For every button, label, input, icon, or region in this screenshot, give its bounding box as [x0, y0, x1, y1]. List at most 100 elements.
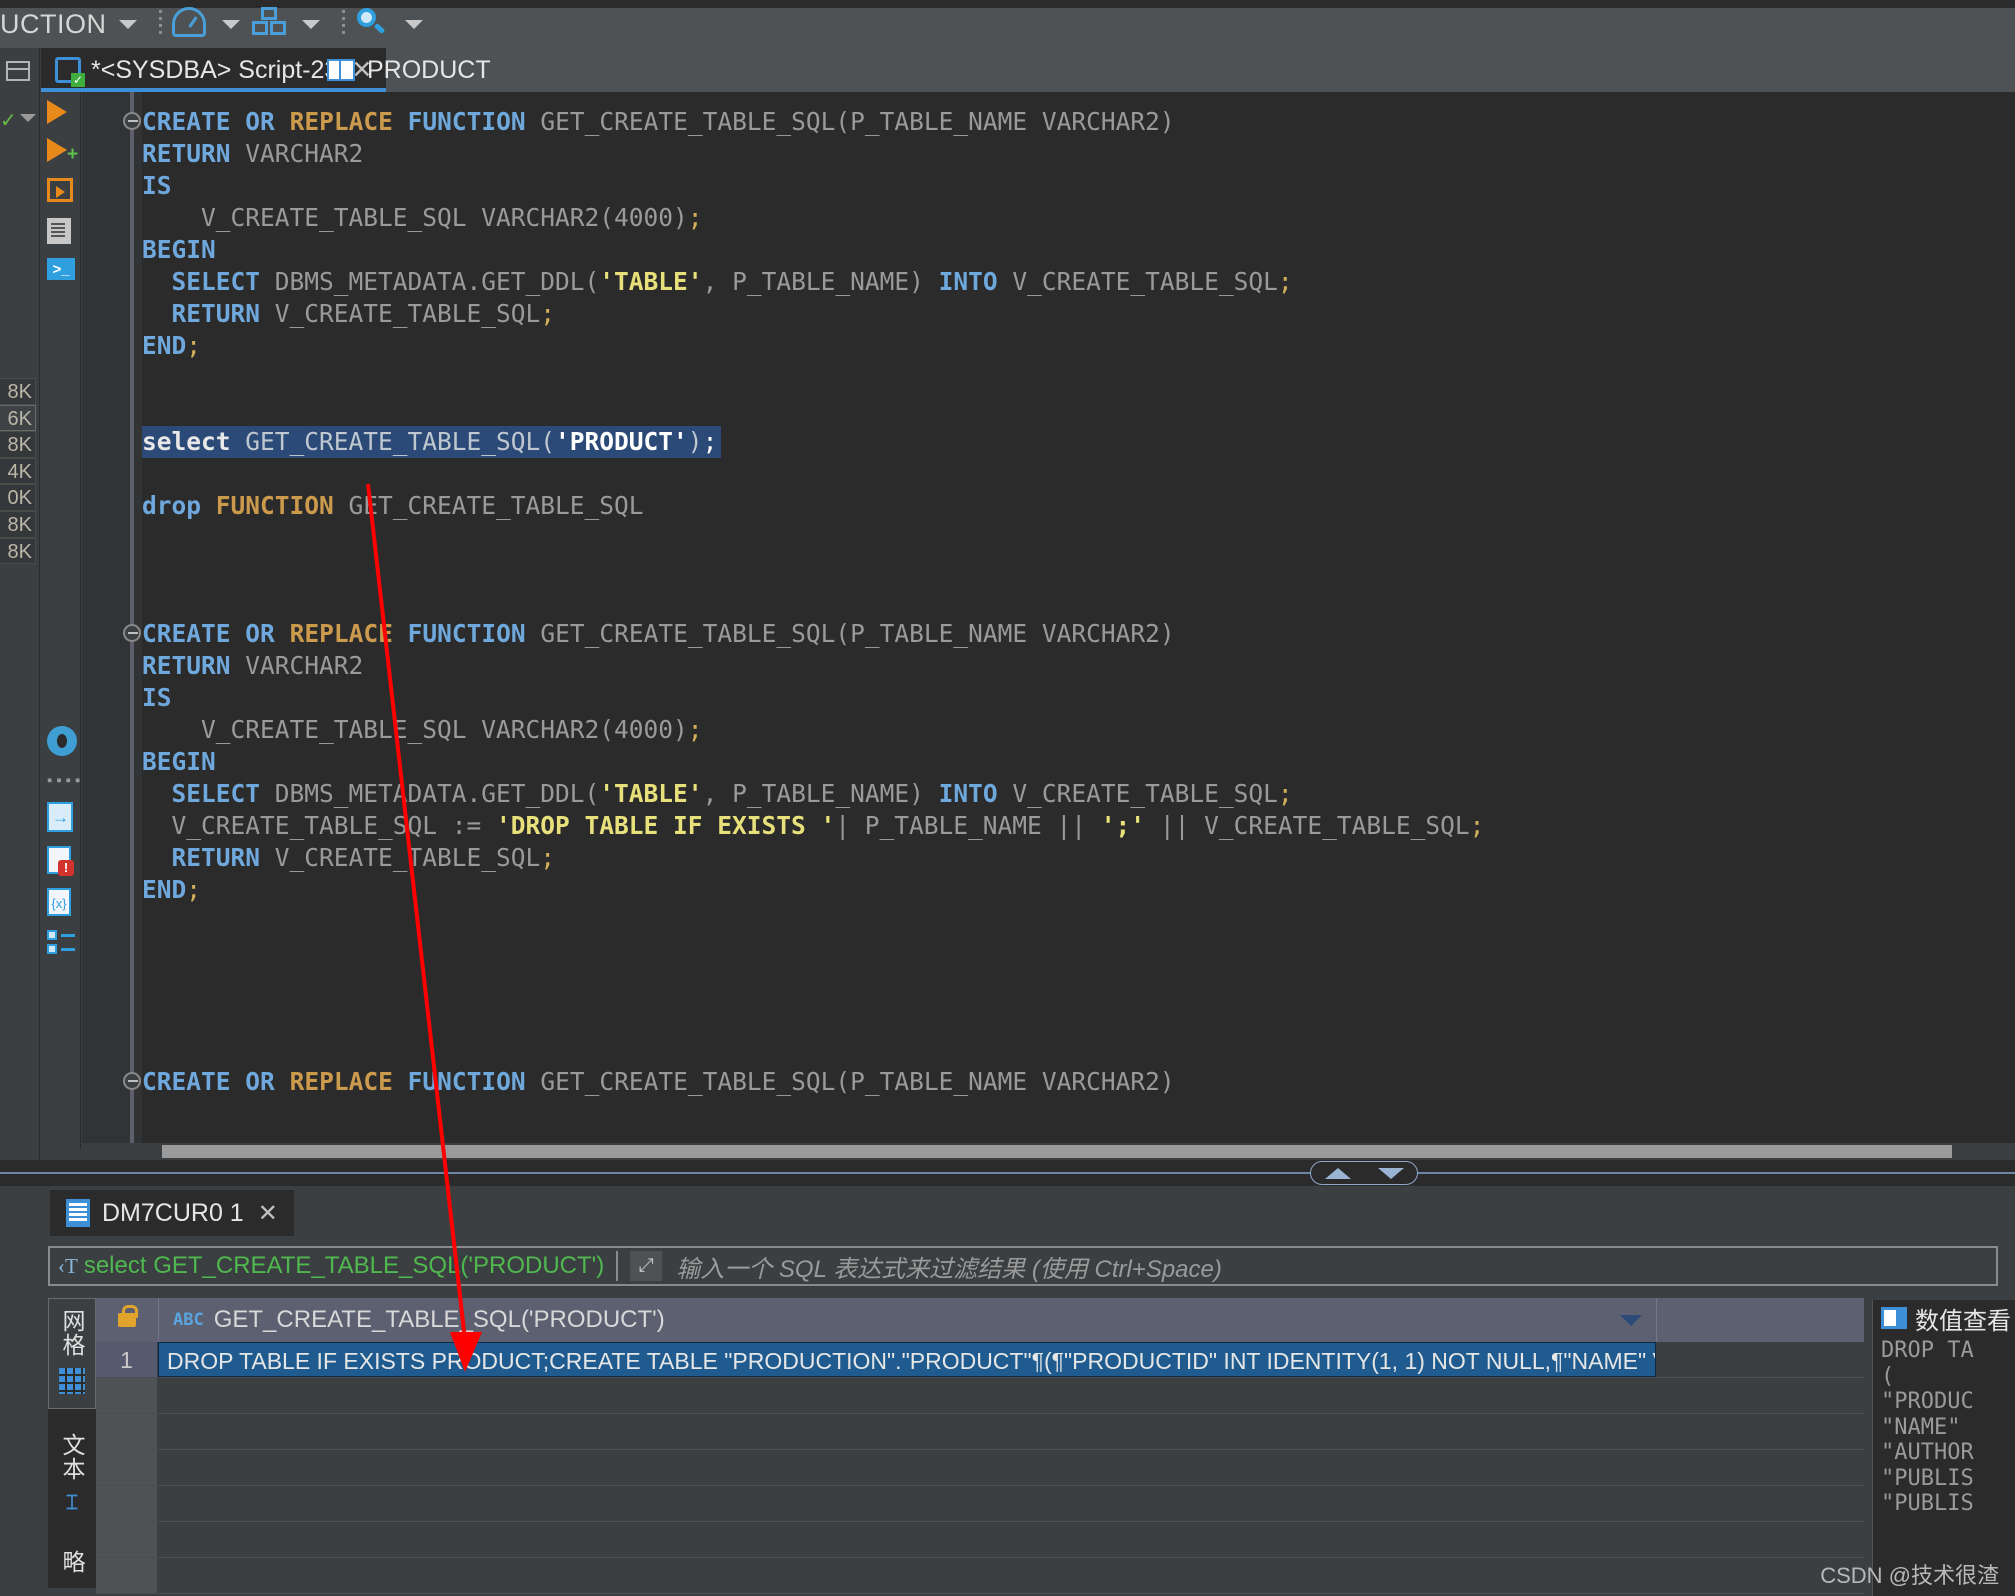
code-line[interactable]: SELECT DBMS_METADATA.GET_DDL('TABLE', P_… [142, 778, 2012, 810]
gauge-chevron-down-icon[interactable] [221, 19, 240, 29]
code-line[interactable] [142, 458, 2012, 490]
code-line[interactable]: V_CREATE_TABLE_SQL VARCHAR2(4000); [142, 714, 2012, 746]
code-line[interactable]: END; [142, 874, 2012, 906]
result-tab-grid[interactable]: 网格 [48, 1298, 96, 1409]
code-line[interactable] [142, 586, 2012, 618]
value-viewer-content[interactable]: DROP TA ( "PRODUC "NAME" "AUTHOR "PUBLIS… [1873, 1336, 2015, 1517]
search-chevron-down-icon[interactable] [404, 19, 423, 29]
table-cell[interactable] [158, 1450, 1656, 1485]
code-line[interactable] [142, 394, 2012, 426]
code-line[interactable]: RETURN VARCHAR2 [142, 650, 2012, 682]
table-cell[interactable] [158, 1522, 1656, 1557]
gauge-icon[interactable] [171, 7, 210, 41]
window-icon[interactable] [6, 61, 30, 81]
sql-code-area[interactable]: CREATE OR REPLACE FUNCTION GET_CREATE_TA… [142, 106, 2012, 1098]
table-cell[interactable] [158, 1486, 1656, 1521]
table-row[interactable] [96, 1450, 1864, 1486]
code-line[interactable]: SELECT DBMS_METADATA.GET_DDL('TABLE', P_… [142, 266, 2012, 298]
code-line[interactable]: V_CREATE_TABLE_SQL := 'DROP TABLE IF EXI… [142, 810, 2012, 842]
code-token: IS [142, 683, 172, 712]
table-row[interactable] [96, 1378, 1864, 1414]
expand-icon[interactable]: ⤢ [630, 1251, 663, 1281]
grid-column-header[interactable]: ABC GET_CREATE_TABLE_SQL('PRODUCT') [158, 1298, 1656, 1342]
table-cell[interactable] [158, 1378, 1656, 1413]
table-row[interactable] [96, 1414, 1864, 1450]
code-line[interactable]: CREATE OR REPLACE FUNCTION GET_CREATE_TA… [142, 618, 2012, 650]
result-tab-text[interactable]: 文本 ⌶ [48, 1423, 96, 1528]
code-line[interactable]: END; [142, 330, 2012, 362]
result-filter-bar[interactable]: ‹T select GET_CREATE_TABLE_SQL('PRODUCT'… [48, 1246, 1998, 1286]
code-line[interactable]: CREATE OR REPLACE FUNCTION GET_CREATE_TA… [142, 1066, 2012, 1098]
code-token: ';' [1100, 811, 1146, 840]
console-icon[interactable]: >_ [47, 258, 75, 286]
table-cell[interactable] [158, 1414, 1656, 1449]
grid-body[interactable]: 1 DROP TABLE IF EXISTS PRODUCT;CREATE TAB… [96, 1342, 1864, 1596]
collapse-up-icon[interactable] [1324, 1167, 1351, 1179]
code-line[interactable]: BEGIN [142, 234, 2012, 266]
run-new-icon[interactable]: + [47, 138, 78, 166]
panel-splitter[interactable] [0, 1160, 2015, 1186]
filter-query-text[interactable]: select GET_CREATE_TABLE_SQL('PRODUCT') [84, 1252, 604, 1280]
sql-editor[interactable]: CREATE OR REPLACE FUNCTION GET_CREATE_TA… [82, 92, 2015, 1143]
code-line[interactable]: IS [142, 170, 2012, 202]
code-line[interactable] [142, 522, 2012, 554]
table-row[interactable] [96, 1522, 1864, 1558]
filter-placeholder[interactable]: 输入一个 SQL 表达式来过滤结果 (使用 Ctrl+Space) [676, 1249, 1222, 1284]
table-row[interactable] [96, 1486, 1864, 1522]
table-cell[interactable] [158, 1558, 1656, 1593]
page-variable-icon[interactable]: {x} [47, 888, 75, 916]
code-line[interactable] [142, 554, 2012, 586]
code-line[interactable]: RETURN VARCHAR2 [142, 138, 2012, 170]
code-token: RETURN [171, 843, 261, 872]
connection-chevron-down-icon[interactable] [118, 19, 137, 29]
package-icon[interactable] [251, 7, 290, 41]
close-icon[interactable]: ✕ [258, 1199, 278, 1228]
table-row[interactable]: 1 DROP TABLE IF EXISTS PRODUCT;CREATE TAB… [96, 1342, 1864, 1378]
code-line[interactable] [142, 1034, 2012, 1066]
code-line[interactable]: CREATE OR REPLACE FUNCTION GET_CREATE_TA… [142, 106, 2012, 138]
fold-toggle-icon[interactable] [123, 112, 141, 130]
code-line[interactable]: RETURN V_CREATE_TABLE_SQL; [142, 298, 2012, 330]
result-tab-dm7cur0[interactable]: DM7CUR0 1 ✕ [50, 1190, 294, 1236]
page-error-icon[interactable] [47, 846, 75, 876]
code-token: GET_CREATE_TABLE_SQL(P_TABLE_NAME VARCHA… [525, 1067, 1175, 1096]
code-line[interactable]: IS [142, 682, 2012, 714]
rail-chevron-down-icon[interactable] [20, 114, 36, 122]
code-token: REPLACE [289, 107, 393, 136]
code-line[interactable]: select GET_CREATE_TABLE_SQL('PRODUCT'); [142, 426, 722, 458]
result-tab-more[interactable]: 略 [48, 1540, 96, 1593]
code-token: FUNCTION [215, 491, 334, 520]
result-grid[interactable]: ABC GET_CREATE_TABLE_SQL('PRODUCT') 1 DRO… [96, 1298, 1864, 1596]
tab-product[interactable]: PRODUCT [313, 48, 505, 92]
code-line[interactable]: V_CREATE_TABLE_SQL VARCHAR2(4000); [142, 202, 2012, 234]
code-line[interactable] [142, 906, 2012, 938]
caret-down-icon[interactable] [1620, 1314, 1642, 1326]
package-chevron-down-icon[interactable] [301, 19, 320, 29]
code-token: REPLACE [289, 619, 393, 648]
fold-toggle-icon[interactable] [123, 1072, 141, 1090]
collapse-down-icon[interactable] [1377, 1167, 1404, 1179]
splitter-buttons[interactable] [1310, 1161, 1418, 1185]
code-line[interactable]: RETURN V_CREATE_TABLE_SQL; [142, 842, 2012, 874]
script-doc-icon[interactable] [47, 218, 75, 246]
editor-horizontal-scrollbar[interactable] [82, 1143, 2015, 1160]
code-line[interactable] [142, 1002, 2012, 1034]
code-line[interactable]: BEGIN [142, 746, 2012, 778]
dots-icon[interactable]: ▪▪▪▪ [47, 772, 80, 800]
gear-icon[interactable] [47, 726, 77, 756]
code-line[interactable] [142, 938, 2012, 970]
filter-icon: ‹T [58, 1253, 78, 1278]
code-line[interactable]: drop FUNCTION GET_CREATE_TABLE_SQL [142, 490, 2012, 522]
code-line[interactable] [142, 970, 2012, 1002]
code-line[interactable] [142, 362, 2012, 394]
fold-toggle-icon[interactable] [123, 624, 141, 642]
table-row[interactable] [96, 1558, 1864, 1594]
table-cell[interactable]: DROP TABLE IF EXISTS PRODUCT;CREATE TABL… [158, 1342, 1656, 1377]
list-settings-icon[interactable] [47, 930, 75, 958]
scrollbar-thumb[interactable] [162, 1145, 1952, 1158]
export-page-icon[interactable] [47, 802, 75, 832]
search-icon[interactable] [355, 7, 393, 41]
run-icon[interactable] [47, 100, 75, 128]
execute-script-icon[interactable] [47, 178, 75, 206]
